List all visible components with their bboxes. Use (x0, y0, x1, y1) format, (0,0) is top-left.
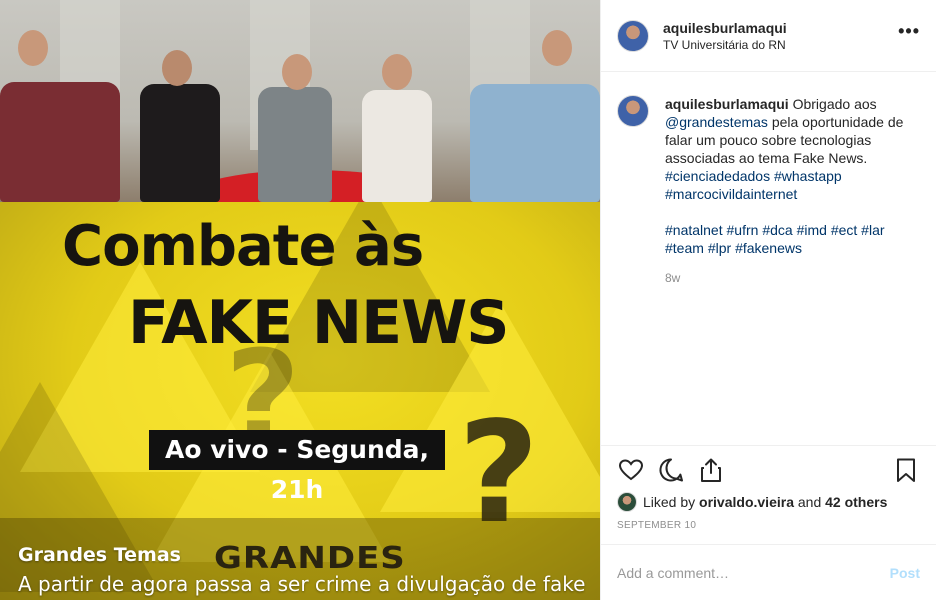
mention-link[interactable]: @grandestemas (665, 114, 768, 130)
studio-photo (0, 0, 600, 220)
post-side-panel: aquilesburlamaqui TV Universitária do RN… (600, 0, 936, 600)
heart-icon[interactable] (617, 456, 645, 484)
hashtag-link[interactable]: #lar (861, 222, 884, 238)
post-actions: Liked by orivaldo.vieira and 42 others S… (601, 445, 936, 531)
hashtag-link[interactable]: #ect (831, 222, 857, 238)
hashtag-link[interactable]: #whastapp (774, 168, 842, 184)
caption-text: A partir de agora passa a ser crime a di… (18, 572, 586, 596)
hashtag-link[interactable]: #natalnet (665, 222, 723, 238)
share-icon[interactable] (697, 456, 725, 484)
add-comment-bar: Post (601, 544, 936, 600)
liked-by-middle: and (797, 494, 822, 510)
comment-username[interactable]: aquilesburlamaqui (665, 96, 789, 112)
post-media[interactable]: ? ? Combate às FAKE NEWS Ao vivo - Segun… (0, 0, 600, 600)
hashtag-link[interactable]: #team (665, 240, 704, 256)
liked-by-others[interactable]: 42 others (825, 494, 887, 510)
avatar[interactable] (617, 19, 649, 52)
hashtag-link[interactable]: #ufrn (727, 222, 759, 238)
post-header: aquilesburlamaqui TV Universitária do RN… (601, 0, 936, 72)
live-schedule-label: Ao vivo - Segunda, 21h (149, 430, 445, 504)
bookmark-icon[interactable] (892, 456, 920, 484)
headline-line1: Combate às (62, 214, 424, 279)
hashtag-link[interactable]: #fakenews (735, 240, 802, 256)
header-username[interactable]: aquilesburlamaqui (663, 20, 898, 36)
caption-comment: aquilesburlamaqui Obrigado aos @grandest… (617, 95, 920, 287)
hashtag-link[interactable]: #cienciadedados (665, 168, 770, 184)
hashtag-link[interactable]: #imd (797, 222, 827, 238)
headline-line2: FAKE NEWS (128, 288, 510, 358)
comments-section: aquilesburlamaqui Obrigado aos @grandest… (601, 73, 936, 445)
post-button[interactable]: Post (890, 565, 920, 581)
liked-by-user[interactable]: orivaldo.vieira (699, 494, 794, 510)
comment-icon[interactable] (657, 456, 685, 484)
header-location[interactable]: TV Universitária do RN (663, 38, 898, 52)
likes-summary: Liked by orivaldo.vieira and 42 others (617, 492, 920, 512)
hashtag-link[interactable]: #marcocivildainternet (665, 186, 797, 202)
comment-input[interactable] (617, 564, 890, 581)
comment-avatar[interactable] (617, 95, 649, 127)
comment-age[interactable]: 8w (665, 269, 917, 287)
grandes-temas-logo: GRANDES (214, 540, 406, 576)
fake-news-banner: ? ? Combate às FAKE NEWS Ao vivo - Segun… (0, 202, 600, 600)
caption-title: Grandes Temas (18, 544, 181, 566)
liked-by-prefix: Liked by (643, 494, 696, 510)
post-date[interactable]: SEPTEMBER 10 (617, 520, 920, 531)
more-icon[interactable]: ••• (898, 21, 920, 50)
hashtag-link[interactable]: #dca (762, 222, 792, 238)
instagram-post: ? ? Combate às FAKE NEWS Ao vivo - Segun… (0, 0, 936, 600)
comment-text-part1: Obrigado aos (788, 96, 877, 112)
hashtag-link[interactable]: #lpr (708, 240, 731, 256)
liker-avatar[interactable] (617, 492, 637, 512)
